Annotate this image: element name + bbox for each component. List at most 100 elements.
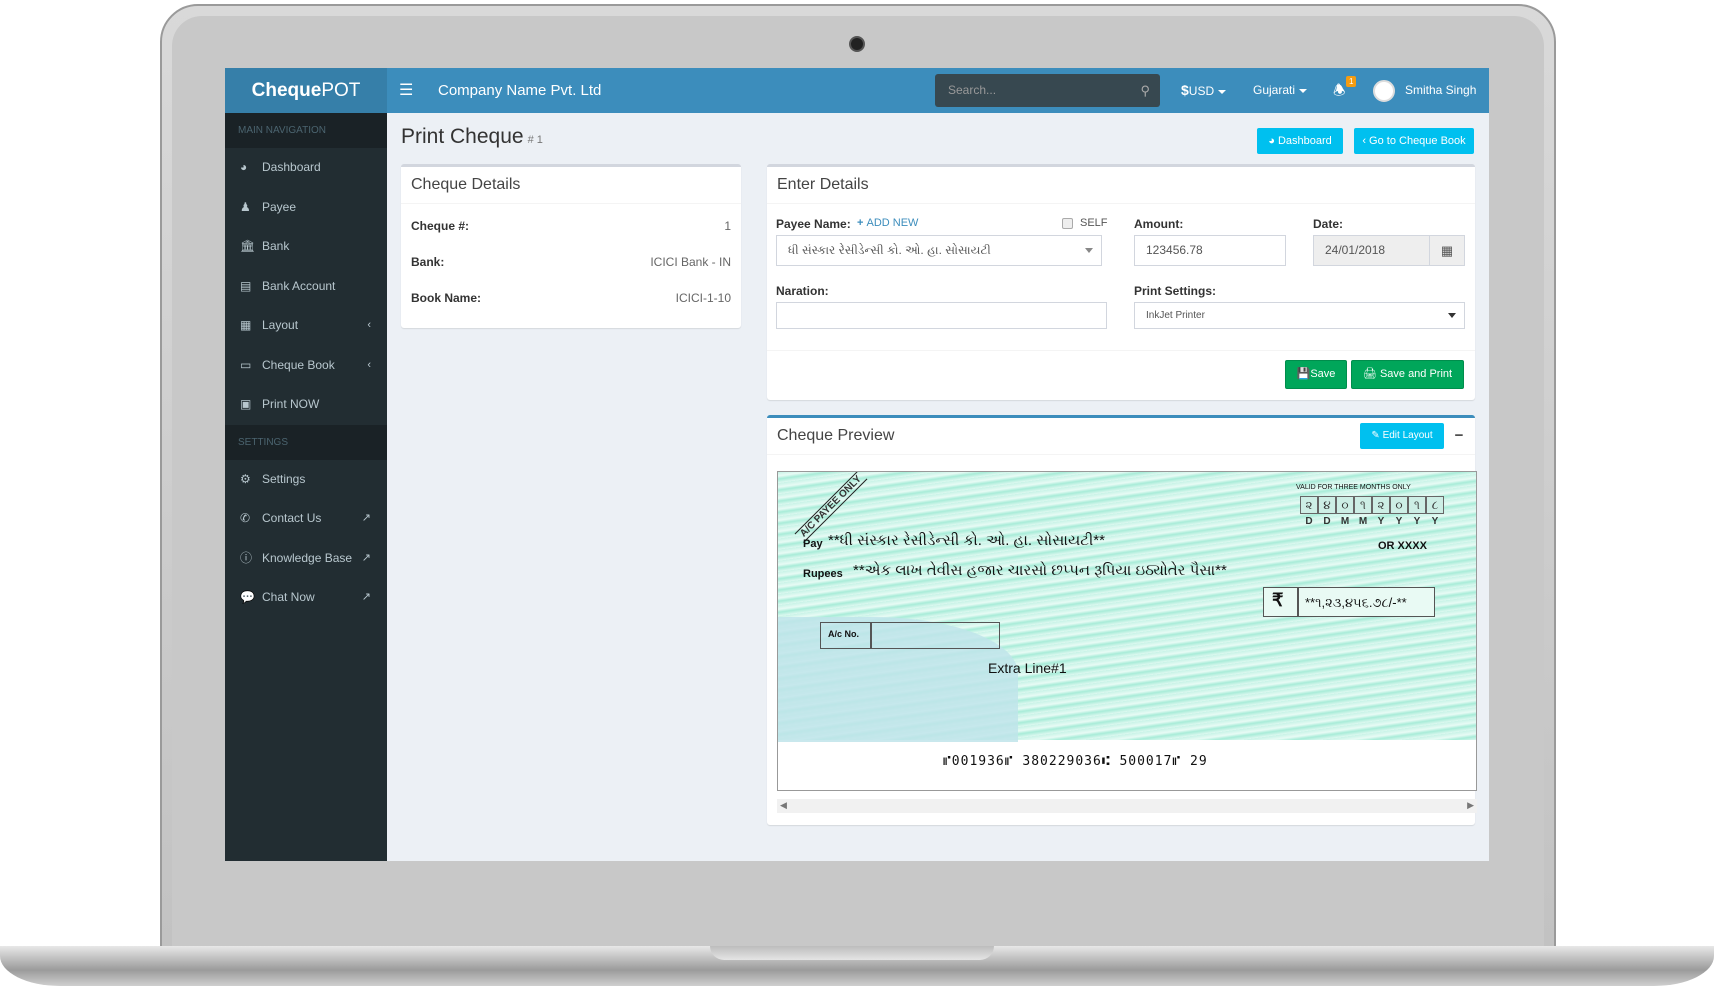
print-settings-select[interactable]: InkJet Printer bbox=[1134, 302, 1465, 329]
edit-layout-button[interactable]: ✎ Edit Layout bbox=[1360, 423, 1444, 449]
sidebar-item-dashboard[interactable]: ◕ Dashboard bbox=[225, 148, 387, 188]
main-content: Print Cheque # 1 ◕ Dashboard ‹ Go to Cheq… bbox=[387, 113, 1489, 861]
naration-input[interactable] bbox=[776, 302, 1107, 329]
caret-down-icon bbox=[1085, 248, 1093, 253]
self-label: SELF bbox=[1080, 217, 1108, 229]
cheque-number-value: 1 bbox=[724, 219, 731, 233]
cheque-details-title: Cheque Details bbox=[411, 176, 521, 193]
save-and-print-button[interactable]: 🖨 Save and Print bbox=[1351, 360, 1464, 389]
app-logo[interactable]: ChequePOT bbox=[225, 68, 387, 113]
layout-icon: ▦ bbox=[240, 318, 252, 332]
date-format-letter: Y bbox=[1413, 516, 1421, 527]
sidebar-item-bank[interactable]: 🏛 Bank bbox=[225, 227, 387, 267]
amount-in-words: **એક લાખ તેવીસ હજાર ચારસો છપ્પન રૂપિયા ઇ… bbox=[853, 562, 1227, 579]
scroll-right-icon[interactable]: ▶ bbox=[1467, 800, 1474, 811]
sidebar-item-label: Settings bbox=[262, 471, 306, 486]
save-and-print-label: Save and Print bbox=[1379, 368, 1453, 380]
extra-line: Extra Line#1 bbox=[988, 660, 1067, 676]
sidebar-item-knowledge-base[interactable]: ⓘ Knowledge Base ↗ bbox=[225, 539, 387, 579]
currency-symbol: $ bbox=[1181, 82, 1189, 98]
page-title-text: Print Cheque bbox=[401, 125, 524, 148]
payee-select[interactable]: ધી સંસ્કાર રેસીડેન્સી કો. ઓ. હા. સોસાયટી bbox=[776, 235, 1102, 266]
laptop-notch bbox=[710, 946, 994, 960]
enter-details-box: Enter Details Payee Name: + ADD NEW SELF… bbox=[767, 164, 1475, 400]
external-link-icon: ↗ bbox=[361, 551, 371, 564]
phone-icon: ✆ bbox=[240, 511, 251, 525]
currency-dropdown[interactable]: $USD bbox=[1181, 68, 1227, 113]
sidebar-item-contact-us[interactable]: ✆ Contact Us ↗ bbox=[225, 499, 387, 539]
horizontal-scrollbar[interactable]: ◀ ▶ bbox=[777, 799, 1477, 813]
date-format-letter: M bbox=[1340, 516, 1350, 527]
cheque-details-box: Cheque Details Cheque #: 1 Bank: ICICI B… bbox=[401, 164, 741, 328]
external-link-icon: ↗ bbox=[361, 512, 371, 524]
divider bbox=[767, 203, 1475, 204]
cheque-number-label: Cheque #: bbox=[411, 219, 470, 233]
book-name-value: ICICI-1-10 bbox=[675, 291, 731, 305]
save-icon: 💾 bbox=[1296, 368, 1311, 380]
calendar-icon[interactable]: ▦ bbox=[1429, 235, 1465, 266]
date-format-letter: D bbox=[1323, 516, 1331, 527]
info-icon: ⓘ bbox=[240, 550, 253, 565]
go-to-cheque-book-button[interactable]: ‹ Go to Cheque Book bbox=[1354, 128, 1474, 154]
chevron-left-icon: ‹ bbox=[367, 319, 371, 331]
sidebar-item-label: Chat Now bbox=[262, 590, 315, 604]
enter-details-title: Enter Details bbox=[777, 176, 869, 193]
hamburger-menu-icon[interactable]: ☰ bbox=[399, 68, 413, 113]
date-format-letter: D bbox=[1305, 516, 1313, 527]
camera-icon bbox=[849, 36, 865, 52]
date-digit: ૨ bbox=[1300, 496, 1318, 514]
rupees-label: Rupees bbox=[803, 568, 843, 580]
date-digit: ૦ bbox=[1390, 496, 1408, 514]
self-checkbox[interactable] bbox=[1062, 218, 1073, 229]
search-icon[interactable]: ⚲ bbox=[1140, 74, 1150, 107]
language-dropdown[interactable]: Gujarati bbox=[1253, 68, 1308, 113]
date-input[interactable]: 24/01/2018 bbox=[1313, 235, 1430, 266]
date-digit: ૦ bbox=[1336, 496, 1354, 514]
date-format-letter: Y bbox=[1431, 516, 1439, 527]
save-button[interactable]: 💾Save bbox=[1285, 360, 1347, 389]
dashboard-button[interactable]: ◕ Dashboard bbox=[1257, 128, 1343, 154]
sidebar-item-label: Dashboard bbox=[262, 160, 321, 174]
currency-label: USD bbox=[1188, 84, 1215, 98]
ac-number-separator bbox=[870, 622, 872, 649]
user-name[interactable]: Smitha Singh bbox=[1405, 68, 1476, 113]
avatar[interactable] bbox=[1373, 80, 1395, 102]
amount-input[interactable]: 123456.78 bbox=[1134, 235, 1286, 266]
sidebar-item-bank-account[interactable]: ▤ Bank Account bbox=[225, 267, 387, 307]
add-new-label: ADD NEW bbox=[866, 217, 919, 229]
book-name-label: Book Name: bbox=[411, 291, 482, 305]
collapse-button[interactable]: − bbox=[1447, 423, 1471, 449]
cheque-date-cells: ૨૪૦૧૨૦૧૮ bbox=[1300, 496, 1444, 514]
sidebar-item-payee[interactable]: ♟ Payee bbox=[225, 188, 387, 228]
sidebar-item-chat-now[interactable]: 💬 Chat Now ↗ bbox=[225, 578, 387, 618]
sidebar-item-settings[interactable]: ⚙ Settings bbox=[225, 460, 387, 500]
sidebar-item-cheque-book[interactable]: ▭ Cheque Book ‹ bbox=[225, 346, 387, 386]
micr-code: ⑈001936⑈ 380229036⑆ 500017⑈ 29 bbox=[943, 754, 1208, 769]
sidebar-item-label: Layout bbox=[262, 318, 299, 332]
caret-down-icon bbox=[1299, 88, 1308, 93]
divider bbox=[767, 350, 1475, 351]
pay-label: Pay bbox=[803, 538, 823, 550]
cheque-preview-box: Cheque Preview ✎ Edit Layout − A/C PAYEE… bbox=[767, 415, 1477, 825]
date-digit: ૧ bbox=[1408, 496, 1426, 514]
payee-on-cheque: **ધી સંસ્કાર રેસીડેન્સી કો. ઓ. હા. સોસાય… bbox=[828, 532, 1105, 549]
rupee-symbol: ₹ bbox=[1272, 590, 1284, 610]
sidebar-item-print-now[interactable]: ▣ Print NOW bbox=[225, 385, 387, 425]
date-digit: ૨ bbox=[1372, 496, 1390, 514]
book-icon: ▭ bbox=[240, 357, 252, 372]
search-input[interactable]: Search... ⚲ bbox=[935, 74, 1160, 107]
company-name: Company Name Pvt. Ltd bbox=[438, 82, 602, 99]
date-format-letter: M bbox=[1358, 516, 1368, 527]
add-new-payee-link[interactable]: + ADD NEW bbox=[857, 217, 918, 229]
search-placeholder: Search... bbox=[948, 83, 997, 97]
amount-in-figures: **૧,૨૩,૪૫૬.૭૮/-** bbox=[1305, 595, 1407, 610]
gear-icon: ⚙ bbox=[240, 471, 251, 486]
date-format-letter: Y bbox=[1395, 516, 1403, 527]
dashboard-button-label: Dashboard bbox=[1277, 135, 1332, 147]
scroll-left-icon[interactable]: ◀ bbox=[780, 800, 787, 811]
bell-icon[interactable]: 🕭 bbox=[1333, 68, 1346, 113]
date-label: Date: bbox=[1313, 217, 1344, 231]
sidebar-item-layout[interactable]: ▦ Layout ‹ bbox=[225, 306, 387, 346]
date-digit: ૮ bbox=[1426, 496, 1444, 514]
ac-no-label: A/c No. bbox=[828, 629, 860, 639]
